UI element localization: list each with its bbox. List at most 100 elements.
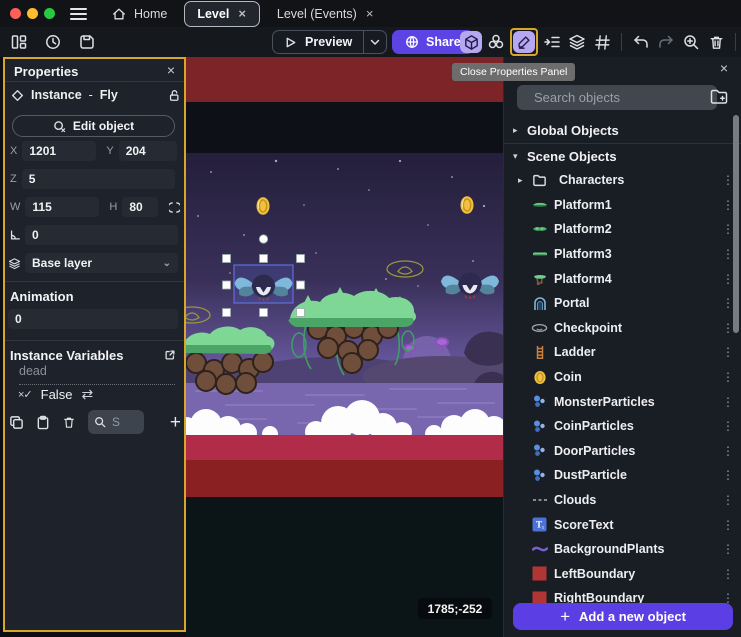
- platform-instance[interactable]: [289, 287, 416, 375]
- object-row[interactable]: Coin ⋮: [504, 365, 741, 390]
- width-input[interactable]: [25, 197, 99, 217]
- variables-search-input[interactable]: [110, 414, 138, 430]
- object-row[interactable]: Ladder ⋮: [504, 340, 741, 365]
- properties-panel: Properties × Instance - Fly Edit object …: [3, 57, 186, 632]
- item-menu-icon[interactable]: ⋮: [722, 468, 734, 482]
- preview-options-button[interactable]: [363, 31, 386, 53]
- copy-icon[interactable]: [9, 415, 24, 430]
- object-row[interactable]: Clouds ⋮: [504, 488, 741, 513]
- divider: [5, 281, 184, 282]
- angle-input[interactable]: [25, 225, 178, 245]
- save-icon: [78, 33, 96, 51]
- object-row[interactable]: CoinParticles ⋮: [504, 414, 741, 439]
- panels-layout-button[interactable]: [8, 31, 30, 53]
- save-button[interactable]: [76, 31, 98, 53]
- grid-button[interactable]: [591, 31, 613, 53]
- scene-canvas[interactable]: 1785;-252: [186, 57, 503, 637]
- object-row[interactable]: Portal ⋮: [504, 291, 741, 316]
- object-row[interactable]: Platform4 ⋮: [504, 266, 741, 291]
- item-menu-icon[interactable]: ⋮: [722, 395, 734, 409]
- platform-thumbnail-icon: [531, 246, 548, 263]
- unlock-icon[interactable]: [168, 89, 180, 102]
- share-label: Share: [426, 35, 461, 49]
- redo-icon: [657, 33, 675, 51]
- global-objects-group[interactable]: ▸ Global Objects: [504, 118, 741, 142]
- object-row[interactable]: DustParticle ⋮: [504, 463, 741, 488]
- item-menu-icon[interactable]: ⋮: [722, 567, 734, 581]
- coin-instance[interactable]: [257, 197, 270, 215]
- object-row[interactable]: Checkpoint ⋮: [504, 316, 741, 341]
- delete-button[interactable]: [705, 31, 727, 53]
- toggle-3d-view-button[interactable]: [460, 31, 482, 53]
- close-window-button[interactable]: [10, 8, 21, 19]
- x-label: X: [10, 145, 17, 157]
- undo-button[interactable]: [630, 31, 652, 53]
- trash-icon[interactable]: [62, 415, 76, 430]
- preview-button[interactable]: Preview: [273, 31, 363, 53]
- close-objects-icon[interactable]: ×: [717, 60, 731, 76]
- close-tab-icon[interactable]: ×: [237, 7, 247, 20]
- panels-layout-icon: [10, 33, 28, 51]
- objects-search[interactable]: [517, 85, 717, 110]
- rotation-handle[interactable]: [259, 235, 267, 243]
- chevron-down-icon: [370, 39, 380, 46]
- item-menu-icon[interactable]: ⋮: [722, 493, 734, 507]
- object-row[interactable]: Platform2 ⋮: [504, 217, 741, 242]
- item-menu-icon[interactable]: ⋮: [722, 370, 734, 384]
- y-input[interactable]: [119, 141, 177, 161]
- open-variables-icon[interactable]: [164, 349, 176, 361]
- item-menu-icon[interactable]: ⋮: [722, 444, 734, 458]
- paste-icon[interactable]: [36, 415, 50, 430]
- object-row[interactable]: Platform1 ⋮: [504, 193, 741, 218]
- edit-object-button[interactable]: Edit object: [12, 115, 175, 137]
- coin-instance[interactable]: [461, 196, 474, 214]
- close-properties-icon[interactable]: ×: [164, 62, 178, 78]
- maximize-window-button[interactable]: [44, 8, 55, 19]
- object-row[interactable]: MonsterParticles ⋮: [504, 389, 741, 414]
- layers-panel-button[interactable]: [566, 31, 588, 53]
- preview-label: Preview: [305, 35, 352, 49]
- tab-home[interactable]: Home: [99, 1, 180, 27]
- cube-icon: [463, 34, 480, 51]
- add-folder-icon[interactable]: [709, 87, 729, 107]
- toggle-value-icon[interactable]: ⇄: [81, 386, 93, 403]
- minimize-window-button[interactable]: [27, 8, 38, 19]
- objects-search-input[interactable]: [532, 89, 712, 106]
- variables-search[interactable]: [88, 410, 144, 434]
- variable-value[interactable]: False: [41, 387, 73, 402]
- height-input[interactable]: [122, 197, 158, 217]
- add-object-button[interactable]: + Add a new object: [513, 603, 733, 630]
- close-tab-icon[interactable]: ×: [365, 7, 375, 20]
- z-input[interactable]: [22, 169, 175, 189]
- variable-name[interactable]: dead: [19, 364, 175, 385]
- instance-diamond-icon: [12, 90, 23, 101]
- boundary-icon: [531, 565, 548, 582]
- tab-level[interactable]: Level ×: [184, 1, 260, 27]
- object-row[interactable]: DoorParticles ⋮: [504, 439, 741, 464]
- object-row[interactable]: Tx ScoreText ⋮: [504, 512, 741, 537]
- object-group-icon: [487, 33, 505, 51]
- tab-level-events[interactable]: Level (Events) ×: [264, 1, 388, 27]
- lock-ratio-icon[interactable]: [169, 201, 180, 214]
- item-menu-icon[interactable]: ⋮: [722, 345, 734, 359]
- instances-list-button[interactable]: [541, 31, 563, 53]
- scene-objects-group[interactable]: ▾ Scene Objects: [504, 144, 741, 168]
- objects-scrollbar[interactable]: [733, 115, 739, 333]
- zoom-button[interactable]: [680, 31, 702, 53]
- object-row[interactable]: LeftBoundary ⋮: [504, 562, 741, 587]
- objects-groups-button[interactable]: [485, 31, 507, 53]
- layer-select[interactable]: Base layer ⌄: [25, 253, 178, 273]
- object-row[interactable]: Platform3 ⋮: [504, 242, 741, 267]
- item-menu-icon[interactable]: ⋮: [722, 419, 734, 433]
- item-menu-icon[interactable]: ⋮: [722, 518, 734, 532]
- item-menu-icon[interactable]: ⋮: [722, 542, 734, 556]
- object-row[interactable]: BackgroundPlants ⋮: [504, 537, 741, 562]
- add-variable-button[interactable]: +: [170, 413, 181, 432]
- menu-icon[interactable]: [70, 8, 87, 20]
- history-button[interactable]: [42, 31, 64, 53]
- animation-input[interactable]: [8, 309, 178, 329]
- toggle-properties-panel-button[interactable]: [513, 31, 535, 53]
- object-row-folder[interactable]: ▸ Characters ⋮: [504, 168, 741, 193]
- x-input[interactable]: [22, 141, 96, 161]
- redo-button[interactable]: [655, 31, 677, 53]
